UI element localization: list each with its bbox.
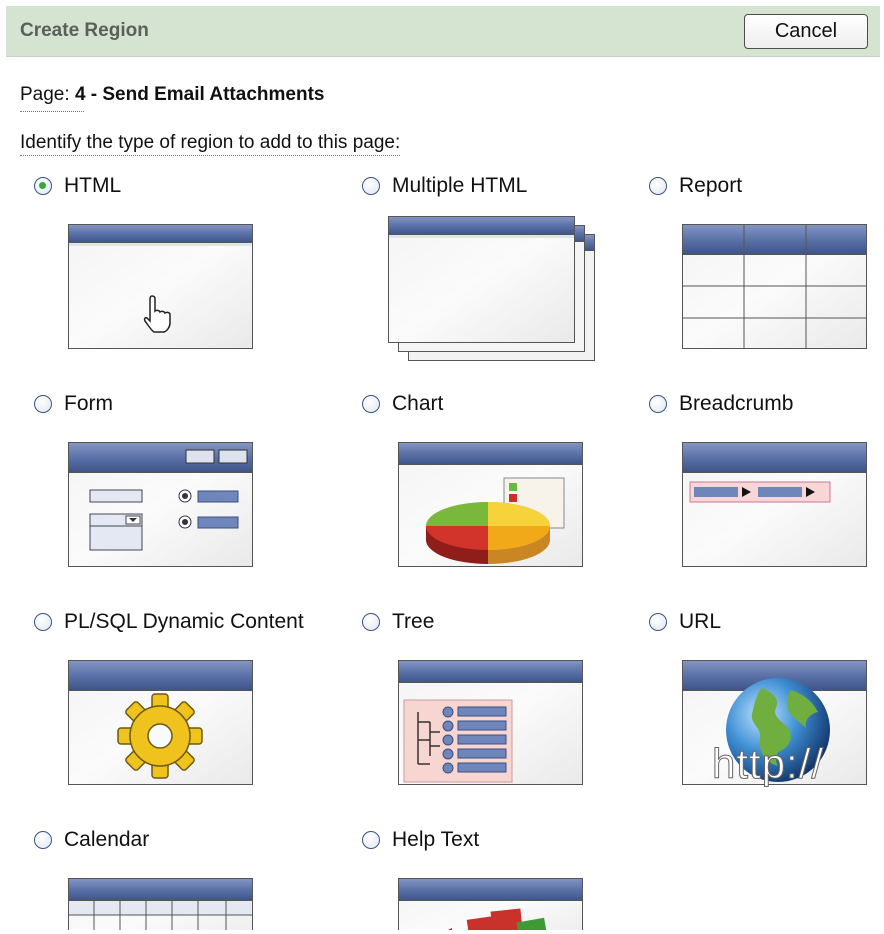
create-region-dialog: Create Region Cancel Page: 4 - Send Emai…	[6, 6, 880, 930]
option-tree[interactable]: Tree	[362, 610, 434, 634]
radio-chart[interactable]	[362, 395, 380, 413]
option-calendar-label: Calendar	[64, 828, 150, 851]
radio-calendar[interactable]	[34, 831, 52, 849]
radio-html[interactable]	[34, 177, 52, 195]
option-url-label: URL	[679, 610, 722, 633]
page-label: Page:	[20, 84, 70, 105]
option-tree-label: Tree	[392, 610, 435, 633]
chart-region-icon[interactable]	[398, 442, 583, 567]
dialog-header: Create Region Cancel	[6, 6, 880, 57]
option-report-label: Report	[679, 174, 743, 197]
url-thumb-text: http://	[711, 740, 825, 788]
option-report[interactable]: Report	[649, 174, 742, 198]
option-multiple-html[interactable]: Multiple HTML	[362, 174, 527, 198]
option-url[interactable]: URL	[649, 610, 721, 634]
option-help-text[interactable]: Help Text	[362, 828, 479, 852]
calendar-region-icon[interactable]	[68, 878, 253, 930]
option-plsql-dynamic-content[interactable]: PL/SQL Dynamic Content	[34, 610, 304, 634]
radio-url[interactable]	[649, 613, 667, 631]
radio-form[interactable]	[34, 395, 52, 413]
form-region-icon[interactable]	[68, 442, 253, 567]
url-globe-icon[interactable]: http://	[682, 660, 867, 788]
option-plsql-label: PL/SQL Dynamic Content	[64, 610, 304, 633]
radio-help-text[interactable]	[362, 831, 380, 849]
radio-multiple-html[interactable]	[362, 177, 380, 195]
option-html-label: HTML	[64, 174, 122, 197]
multiple-html-region-icon[interactable]	[388, 216, 598, 366]
option-breadcrumb[interactable]: Breadcrumb	[649, 392, 793, 416]
page-value: 4 - Send Email Attachments	[74, 84, 325, 105]
report-region-icon[interactable]	[682, 224, 867, 349]
option-chart[interactable]: Chart	[362, 392, 443, 416]
option-help-text-label: Help Text	[392, 828, 480, 851]
option-form[interactable]: Form	[34, 392, 113, 416]
option-calendar[interactable]: Calendar	[34, 828, 149, 852]
option-form-label: Form	[64, 392, 113, 415]
page-info: Page: 4 - Send Email Attachments	[20, 84, 325, 112]
tree-region-icon[interactable]	[398, 660, 583, 785]
radio-tree[interactable]	[362, 613, 380, 631]
option-chart-label: Chart	[392, 392, 444, 415]
plsql-gear-icon[interactable]	[68, 660, 253, 785]
instruction-text: Identify the type of region to add to th…	[20, 132, 401, 156]
cancel-button[interactable]: Cancel	[744, 14, 868, 49]
option-multiple-html-label: Multiple HTML	[392, 174, 528, 197]
help-books-icon[interactable]	[398, 878, 583, 930]
breadcrumb-region-icon[interactable]	[682, 442, 867, 567]
radio-breadcrumb[interactable]	[649, 395, 667, 413]
html-region-icon[interactable]	[68, 224, 253, 349]
option-html[interactable]: HTML	[34, 174, 121, 198]
dialog-title: Create Region	[20, 20, 149, 41]
radio-report[interactable]	[649, 177, 667, 195]
option-breadcrumb-label: Breadcrumb	[679, 392, 794, 415]
radio-plsql-dynamic-content[interactable]	[34, 613, 52, 631]
